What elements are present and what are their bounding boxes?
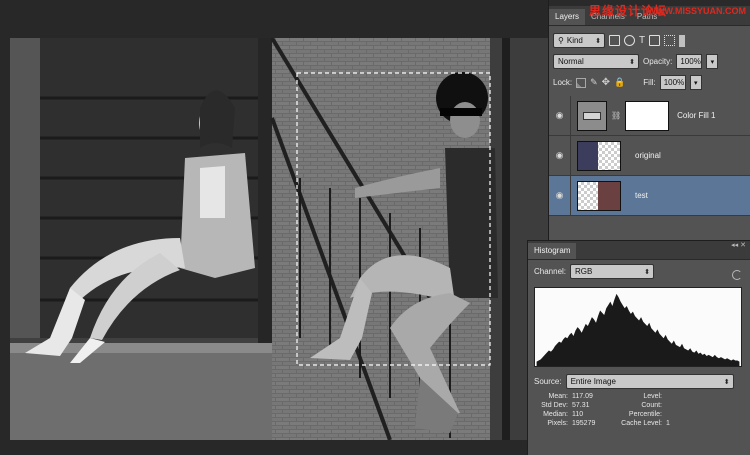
histogram-graph: [534, 287, 742, 367]
layers-panel: Layers Channels Paths 思缘设计论坛 WWW.MISSYUA…: [548, 0, 750, 240]
count-value: [666, 402, 706, 409]
lock-label: Lock:: [553, 78, 573, 87]
median-value: 110: [572, 411, 584, 418]
color-fill-thumbnail[interactable]: [577, 100, 607, 131]
layer-list: ◉ ⛓ Color Fill 1 ◉ original ◉ test: [549, 95, 750, 216]
blend-mode-value: Normal: [558, 57, 584, 66]
search-icon: ⚲: [558, 36, 564, 45]
source-value: Entire Image: [570, 377, 616, 386]
layer-test[interactable]: ◉ test: [549, 175, 750, 216]
percentile-value: [666, 411, 706, 418]
layer-color-fill[interactable]: ◉ ⛓ Color Fill 1: [549, 95, 750, 136]
chevron-down-icon: ⬍: [723, 378, 730, 386]
cache-level-label: Cache Level:: [621, 420, 662, 427]
median-label: Median:: [543, 411, 568, 418]
chevron-down-icon: ⬍: [644, 268, 651, 276]
refresh-icon[interactable]: [732, 270, 742, 280]
layer-name[interactable]: original: [635, 151, 661, 160]
source-label: Source:: [534, 377, 562, 386]
eye-icon[interactable]: ◉: [549, 95, 571, 136]
photo-illustration: [10, 38, 548, 440]
count-label: Count:: [641, 402, 662, 409]
collapse-icon[interactable]: ◂◂ ✕: [731, 241, 746, 249]
opacity-label: Opacity:: [643, 57, 673, 66]
channel-row: Channel: RGB ⬍: [528, 260, 750, 283]
layers-tab-row: Layers Channels Paths 思缘设计论坛 WWW.MISSYUA…: [549, 4, 750, 26]
layer-name[interactable]: Color Fill 1: [677, 111, 715, 120]
channel-label: Channel:: [534, 267, 567, 276]
pixels-label: Pixels:: [547, 420, 568, 427]
source-row: Source: Entire Image ⬍: [528, 369, 750, 391]
type-filter-icon[interactable]: T: [639, 35, 645, 46]
tab-histogram[interactable]: Histogram: [528, 243, 577, 259]
cache-level-value: 1: [666, 420, 670, 427]
histogram-statistics: Mean: 117.09 Level: Std Dev: 57.31 Count…: [528, 391, 750, 429]
lock-fill-row: Lock: ✎ ✥ 🔒 Fill: 100% ▾: [549, 72, 750, 93]
mean-value: 117.09: [572, 393, 593, 400]
std-dev-value: 57.31: [572, 402, 590, 409]
opacity-input[interactable]: 100%: [676, 54, 703, 69]
fill-input[interactable]: 100%: [659, 75, 686, 90]
lock-position-icon[interactable]: ✥: [602, 77, 610, 88]
chevron-down-icon: ⬍: [629, 58, 635, 66]
tab-layers[interactable]: Layers: [549, 9, 586, 25]
mean-label: Mean:: [548, 393, 568, 400]
filter-toggle-icon[interactable]: [679, 34, 686, 47]
layer-filter-row: ⚲ Kind ⬍ T: [549, 30, 750, 51]
link-icon[interactable]: ⛓: [611, 111, 621, 120]
layer-original[interactable]: ◉ original: [549, 135, 750, 176]
pixel-filter-icon[interactable]: [609, 35, 620, 46]
layer-thumbnail[interactable]: [577, 140, 621, 171]
level-value: [666, 393, 706, 400]
fill-dropdown-button[interactable]: ▾: [689, 75, 702, 90]
channel-value: RGB: [575, 267, 593, 276]
shape-filter-icon[interactable]: [649, 35, 661, 46]
fill-label: Fill:: [643, 78, 656, 87]
smart-object-filter-icon[interactable]: [664, 35, 676, 46]
filter-kind-label: Kind: [566, 36, 583, 45]
lock-all-icon[interactable]: 🔒: [614, 77, 625, 88]
layer-name[interactable]: test: [635, 191, 648, 200]
filter-kind-select[interactable]: ⚲ Kind ⬍: [553, 33, 605, 48]
level-label: Level:: [643, 393, 662, 400]
percentile-label: Percentile:: [628, 411, 662, 418]
eye-icon[interactable]: ◉: [549, 135, 571, 176]
opacity-dropdown-button[interactable]: ▾: [706, 54, 719, 69]
document-image[interactable]: [10, 38, 548, 440]
adjustment-filter-icon[interactable]: [624, 35, 635, 46]
blend-opacity-row: Normal ⬍ Opacity: 100% ▾: [549, 51, 750, 72]
document-canvas-area[interactable]: [0, 0, 548, 455]
overlay-site-url: WWW.MISSYUAN.COM: [647, 6, 747, 16]
blend-mode-select[interactable]: Normal ⬍: [553, 54, 639, 69]
layer-thumbnail[interactable]: [577, 180, 621, 211]
histogram-tab-row: Histogram ◂◂ ✕: [528, 241, 750, 260]
lock-transparency-icon[interactable]: [576, 77, 587, 88]
chevron-down-icon: ⬍: [595, 37, 601, 45]
layer-mask-thumbnail[interactable]: [625, 100, 670, 131]
eye-icon[interactable]: ◉: [549, 175, 571, 216]
histogram-panel: Histogram ◂◂ ✕ Channel: RGB ⬍ Source: En…: [527, 240, 750, 455]
channel-select[interactable]: RGB ⬍: [570, 264, 655, 279]
lock-pixels-icon[interactable]: ✎: [590, 77, 598, 88]
source-select[interactable]: Entire Image ⬍: [565, 374, 734, 389]
pixels-value: 195279: [572, 420, 596, 427]
std-dev-label: Std Dev:: [541, 402, 568, 409]
